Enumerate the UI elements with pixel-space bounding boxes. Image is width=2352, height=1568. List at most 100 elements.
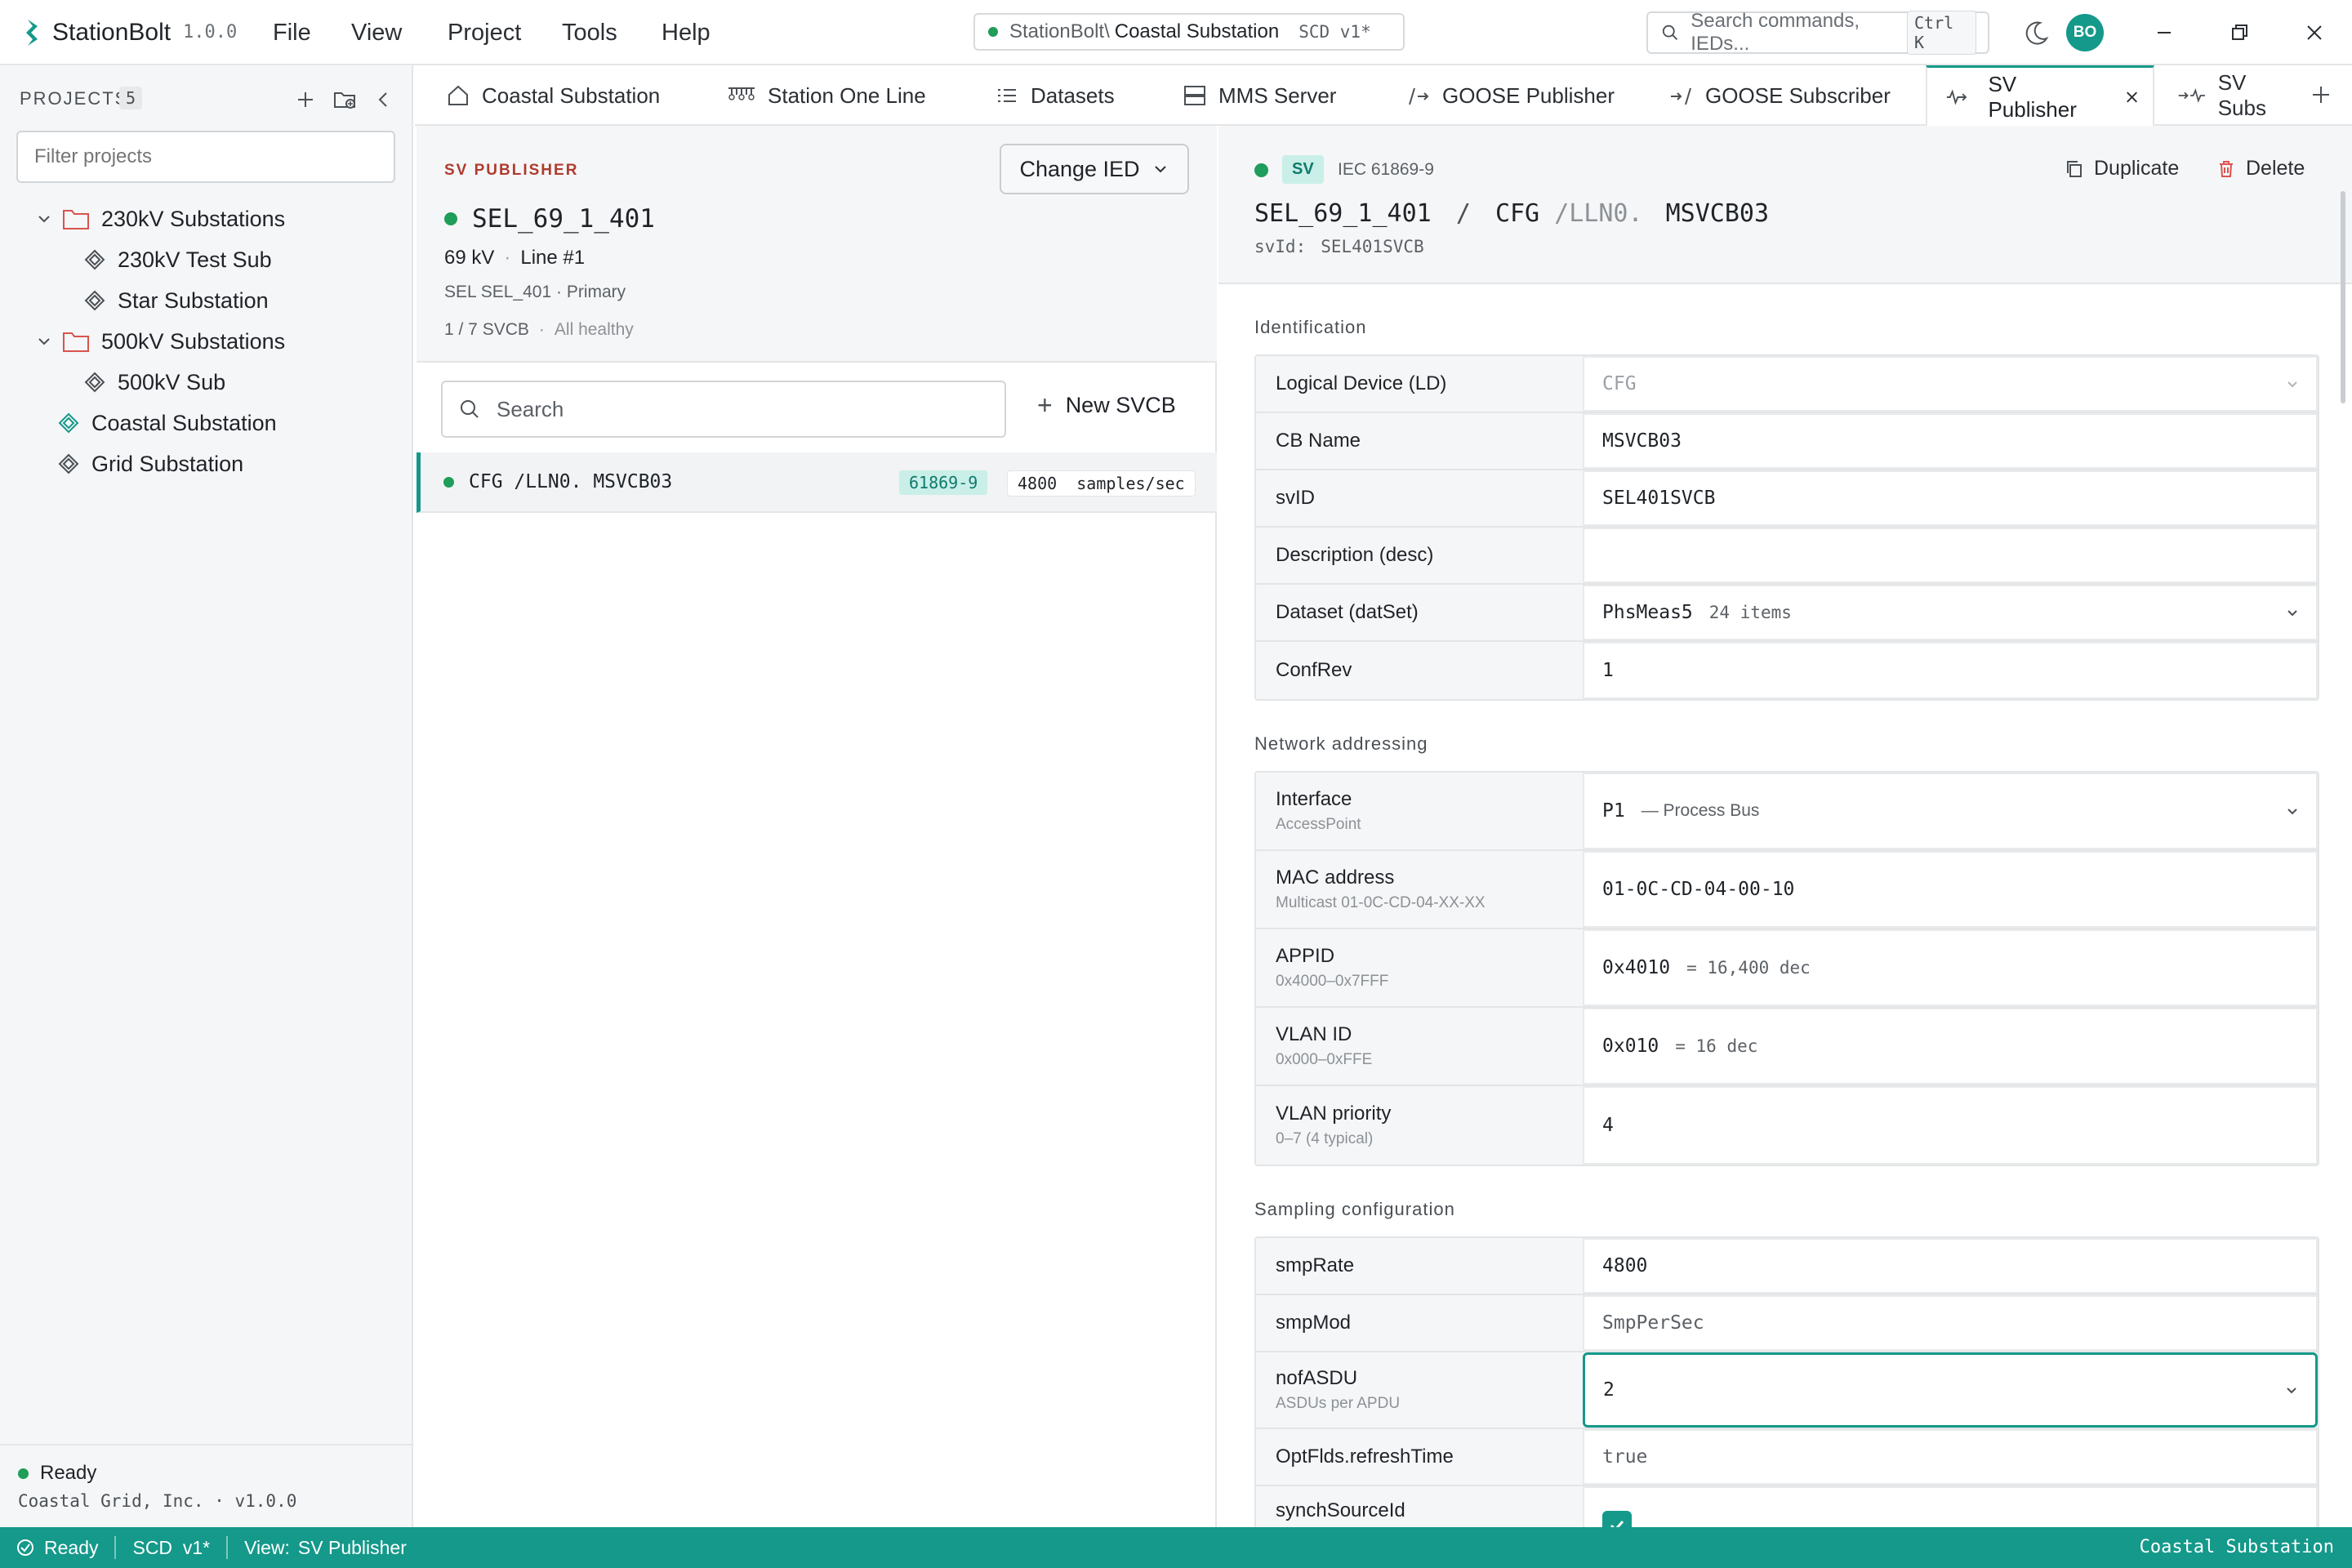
tree-folder-230kv[interactable]: 230kV Substations xyxy=(36,204,285,234)
appid-input[interactable]: 0x4010 = 16,400 dec xyxy=(1583,929,2318,1006)
form-row-smpmod: smpMod SmpPerSec xyxy=(1256,1295,2318,1352)
ied-header: SV PUBLISHER Change IED SEL_69_1_401 69 … xyxy=(416,126,1217,363)
tab-sv-subscriber[interactable]: SV Subs xyxy=(2177,65,2292,126)
duplicate-button[interactable]: Duplicate xyxy=(2065,157,2179,180)
path-prefix: StationBolt\ xyxy=(1009,20,1110,42)
delete-button[interactable]: Delete xyxy=(2216,157,2305,180)
tree-folder-500kv[interactable]: 500kV Substations xyxy=(36,327,285,356)
one-line-icon xyxy=(728,87,755,100)
sample-rate-badge: 4800 samples/sec xyxy=(1007,470,1196,497)
app-version: 1.0.0 xyxy=(183,22,238,42)
tab-goose-publisher[interactable]: GOOSE Publisher xyxy=(1406,65,1615,126)
projects-sidebar: PROJECTS 5 230kV Substations 230kV Test … xyxy=(0,65,413,1527)
filter-projects-input[interactable] xyxy=(16,131,395,183)
svid-input[interactable]: SEL401SVCB xyxy=(1583,470,2318,526)
svcb-list-item[interactable]: CFG /LLN0. MSVCB03 61869-9 4800 samples/… xyxy=(416,452,1217,513)
status-dot-icon xyxy=(18,1468,29,1479)
tab-label: MMS Server xyxy=(1218,82,1337,108)
field-value: 0x4010 xyxy=(1602,957,1671,978)
description-input[interactable] xyxy=(1583,528,2318,583)
new-folder-icon[interactable] xyxy=(330,85,359,114)
status-view-label: View: xyxy=(244,1536,290,1558)
svcb-name: CFG /LLN0. MSVCB03 xyxy=(469,471,673,492)
smprate-input[interactable]: 4800 xyxy=(1583,1238,2318,1294)
minimize-icon[interactable] xyxy=(2148,16,2180,49)
server-icon xyxy=(1184,86,1205,105)
menu-project[interactable]: Project xyxy=(448,16,521,49)
tree-item-coastal-substation[interactable]: Coastal Substation xyxy=(57,408,277,438)
confrev-input[interactable]: 1 xyxy=(1583,642,2318,699)
ied-name-text: SEL_69_1_401 xyxy=(472,204,655,234)
tree-item-label: 500kV Sub xyxy=(118,370,226,394)
separator-dot: · xyxy=(504,247,511,269)
close-tab-icon[interactable] xyxy=(2123,87,2141,107)
search-icon xyxy=(1662,24,1678,41)
tree-item-500kv-sub[interactable]: 500kV Sub xyxy=(83,368,225,397)
tab-label: SV Subs xyxy=(2217,70,2266,120)
mac-address-input[interactable]: 01-0C-CD-04-00-10 xyxy=(1583,851,2318,928)
avatar[interactable]: BO xyxy=(2066,14,2104,51)
scrollbar[interactable] xyxy=(2341,191,2345,403)
tab-datasets[interactable]: Datasets xyxy=(995,65,1115,126)
field-label: nofASDU xyxy=(1276,1367,1358,1389)
tab-label: Coastal Substation xyxy=(482,82,661,108)
sidebar-status: Ready xyxy=(18,1462,96,1485)
field-label: Interface xyxy=(1276,788,1352,810)
chevron-down-icon[interactable] xyxy=(36,211,52,227)
moon-icon[interactable] xyxy=(2020,16,2053,49)
tab-station-one-line[interactable]: Station One Line xyxy=(727,65,926,126)
change-ied-label: Change IED xyxy=(1019,156,1140,181)
tab-label: GOOSE Publisher xyxy=(1442,82,1615,108)
tree-item-label: 230kV Test Sub xyxy=(118,247,272,272)
svcb-search-input[interactable]: Search xyxy=(441,381,1006,438)
status-file[interactable]: SCD v1* xyxy=(132,1537,210,1559)
status-view-value: SV Publisher xyxy=(297,1536,407,1558)
field-label: VLAN priority xyxy=(1276,1102,1392,1125)
form-row-synchsourceid: synchSourceId xyxy=(1256,1486,2318,1529)
dataset-select[interactable]: PhsMeas5 24 items xyxy=(1583,585,2318,640)
field-value: SEL401SVCB xyxy=(1602,488,1716,509)
tab-coastal-substation[interactable]: Coastal Substation xyxy=(446,65,660,126)
cb-name-input[interactable]: MSVCB03 xyxy=(1583,413,2318,469)
interface-select[interactable]: P1 — Process Bus xyxy=(1583,773,2318,849)
trash-icon xyxy=(2220,160,2233,177)
collapse-sidebar-icon[interactable] xyxy=(369,85,399,114)
station-diamond-icon xyxy=(84,249,105,270)
change-ied-button[interactable]: Change IED xyxy=(1000,144,1189,194)
new-tab-icon[interactable] xyxy=(2308,82,2334,108)
synchsourceid-checkbox[interactable] xyxy=(1602,1511,1632,1529)
chevron-down-icon[interactable] xyxy=(36,333,52,350)
new-svcb-button[interactable]: + New SVCB xyxy=(1037,390,1176,421)
vlan-priority-input[interactable]: 4 xyxy=(1583,1086,2318,1165)
tab-mms-server[interactable]: MMS Server xyxy=(1183,65,1336,126)
status-ready: Ready xyxy=(16,1537,98,1559)
company-version: Coastal Grid, Inc. · v1.0.0 xyxy=(18,1491,297,1511)
add-project-icon[interactable] xyxy=(291,85,320,114)
title-ld: CFG xyxy=(1494,199,1540,228)
form-row-dataset: Dataset (datSet) PhsMeas5 24 items xyxy=(1256,585,2318,642)
sidebar-status-text: Ready xyxy=(40,1462,97,1484)
smpmod-field: SmpPerSec xyxy=(1583,1295,2318,1351)
app-logo-icon xyxy=(26,20,38,46)
menu-help[interactable]: Help xyxy=(662,16,710,49)
menu-file[interactable]: File xyxy=(273,16,311,49)
chevron-down-icon xyxy=(2287,381,2297,388)
project-path[interactable]: StationBolt\ Coastal Substation SCD v1* xyxy=(973,13,1405,51)
vlan-id-input[interactable]: 0x010 = 16 dec xyxy=(1583,1008,2318,1085)
logical-device-select[interactable]: CFG xyxy=(1583,356,2318,412)
tree-item-grid-substation[interactable]: Grid Substation xyxy=(57,449,243,479)
command-search[interactable]: Search commands, IEDs... Ctrl K xyxy=(1646,10,1989,55)
status-divider xyxy=(114,1536,117,1559)
nofasdu-select[interactable]: 2 xyxy=(1583,1352,2318,1428)
tab-sv-publisher[interactable]: SV Publisher xyxy=(1926,65,2154,127)
tree-item-230kv-test-sub[interactable]: 230kV Test Sub xyxy=(83,245,272,274)
close-window-icon[interactable] xyxy=(2298,16,2331,49)
tree-item-star-substation[interactable]: Star Substation xyxy=(83,286,269,315)
restore-icon[interactable] xyxy=(2223,16,2256,49)
form-row-cb-name: CB Name MSVCB03 xyxy=(1256,413,2318,470)
status-bar: Ready SCD v1* View: SV Publisher Coastal … xyxy=(0,1527,2352,1568)
menu-view[interactable]: View xyxy=(351,16,402,49)
form-row-mac: MAC address Multicast 01-0C-CD-04-XX-XX 0… xyxy=(1256,851,2318,929)
tab-goose-subscriber[interactable]: GOOSE Subscriber xyxy=(1669,65,1891,126)
menu-tools[interactable]: Tools xyxy=(562,16,617,49)
